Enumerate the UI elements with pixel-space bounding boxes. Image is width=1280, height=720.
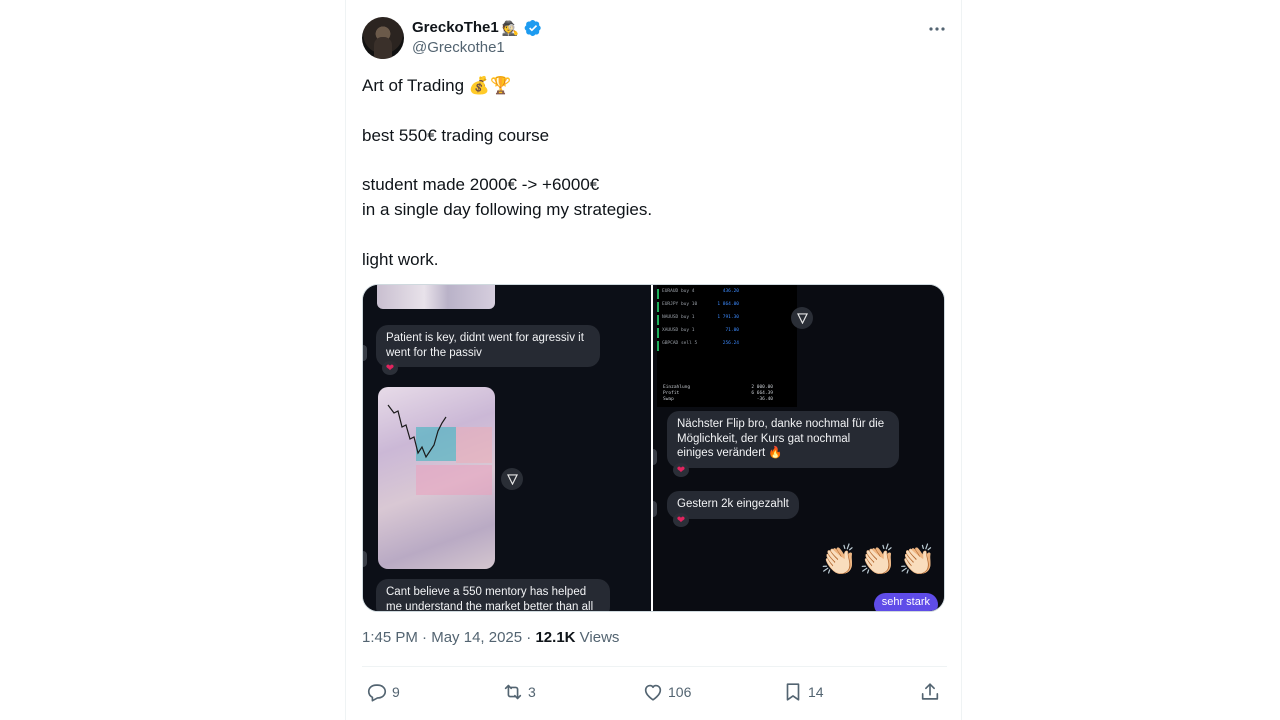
tweet-column: GreckoThe1 🕵 @Greckothe1 Art of Trading … bbox=[345, 0, 962, 720]
chat-bubble-own: sehr stark bbox=[873, 593, 938, 611]
chat-bubble: Patient is key, didnt went for agressiv … bbox=[376, 325, 600, 367]
tweet-line: best 550€ trading course bbox=[362, 125, 550, 145]
media-image-left[interactable]: Patient is key, didnt went for agressiv … bbox=[363, 285, 653, 611]
tweet-line: light work. bbox=[362, 249, 439, 269]
share-icon bbox=[921, 683, 939, 700]
trade-value: 1 864.00 bbox=[717, 302, 739, 307]
bookmark-button[interactable]: 14 bbox=[782, 678, 824, 706]
tweet-header: GreckoThe1 🕵 @Greckothe1 bbox=[362, 17, 947, 61]
tweet-time[interactable]: 1:45 PM bbox=[362, 629, 418, 646]
tweet-line: Art of Trading 💰🏆 bbox=[362, 76, 512, 95]
tweet-media[interactable]: Patient is key, didnt went for agressiv … bbox=[362, 284, 945, 612]
trade-row: EURJPY buy 10 1 864.00 bbox=[657, 302, 797, 312]
tweet-text: Art of Trading 💰🏆 best 550€ trading cour… bbox=[362, 74, 947, 272]
clapping-hands-emoji: 👏🏻👏🏻👏🏻 bbox=[819, 544, 938, 577]
trading-chart-image bbox=[378, 387, 495, 569]
more-options-icon[interactable] bbox=[927, 19, 947, 39]
avatar-edge bbox=[363, 551, 367, 567]
trade-row: NAUUSD buy 1 1 791.30 bbox=[657, 315, 797, 325]
trade-value: 436.20 bbox=[722, 289, 739, 294]
account-summary: Einzahlung 2 000.00 Profit 6 664.39 Swap -3… bbox=[663, 385, 773, 403]
tweet-date[interactable]: May 14, 2025 bbox=[431, 629, 522, 646]
trade-stats-screenshot: EURAUD buy 4 436.20 EURJPY buy 10 1 864.00… bbox=[657, 285, 797, 407]
summary-value: -36.40 bbox=[756, 397, 773, 402]
heart-icon bbox=[644, 684, 662, 701]
trade-pair: EURJPY buy 10 bbox=[662, 302, 698, 307]
trade-value: 71.00 bbox=[725, 328, 739, 333]
share-button[interactable] bbox=[919, 678, 941, 706]
repost-icon bbox=[504, 684, 522, 700]
avatar-edge bbox=[363, 345, 367, 361]
tweet-line: in a single day following my strategies. bbox=[362, 199, 653, 219]
tweet-meta: 1:45 PM · May 14, 2025 · 12.1K Views bbox=[362, 628, 619, 648]
heart-reaction-icon: ❤ bbox=[673, 513, 689, 527]
chat-bubble: Nächster Flip bro, danke nochmal für die… bbox=[667, 411, 899, 468]
avatar-edge bbox=[653, 501, 657, 517]
like-button[interactable]: 106 bbox=[642, 678, 691, 706]
author-handle[interactable]: @Greckothe1 bbox=[412, 38, 542, 58]
like-count: 106 bbox=[668, 684, 692, 700]
media-image-right[interactable]: EURAUD buy 4 436.20 EURJPY buy 10 1 864.00… bbox=[653, 285, 944, 611]
trade-row: EURAUD buy 4 436.20 bbox=[657, 289, 797, 299]
trade-pair: GBPCAD sell 5 bbox=[662, 341, 698, 346]
share-arrow-icon bbox=[791, 307, 813, 329]
heart-reaction-icon: ❤ bbox=[382, 361, 398, 375]
views-count: 12.1K bbox=[535, 629, 576, 646]
detective-emoji: 🕵 bbox=[501, 20, 520, 36]
avatar-edge bbox=[653, 449, 657, 465]
chat-image-thumbnail bbox=[377, 285, 495, 309]
repost-button[interactable]: 3 bbox=[502, 678, 536, 706]
summary-key: Swap bbox=[663, 397, 674, 402]
candlestick-lines bbox=[387, 404, 447, 459]
avatar[interactable] bbox=[362, 17, 404, 59]
author-display-name[interactable]: GreckoThe1 🕵 bbox=[412, 18, 542, 38]
author-names: GreckoThe1 🕵 @Greckothe1 bbox=[412, 18, 542, 58]
trade-value: 256.24 bbox=[722, 341, 739, 346]
trade-pair: NAUUSD buy 1 bbox=[662, 315, 695, 320]
reply-count: 9 bbox=[392, 684, 400, 700]
trade-value: 1 791.30 bbox=[717, 315, 739, 320]
heart-reaction-icon: ❤ bbox=[673, 463, 689, 477]
display-name-text[interactable]: GreckoThe1 bbox=[412, 18, 499, 38]
divider bbox=[362, 666, 947, 667]
action-bar: 9 3 106 14 bbox=[362, 678, 947, 706]
meta-separator: · bbox=[422, 629, 428, 646]
meta-separator: · bbox=[526, 629, 532, 646]
trade-pair: XAUUSD buy 1 bbox=[662, 328, 695, 333]
reply-icon bbox=[367, 684, 387, 702]
chat-bubble: Cant believe a 550 mentory has helped me… bbox=[376, 579, 610, 611]
repost-count: 3 bbox=[528, 684, 536, 700]
views-label: Views bbox=[579, 629, 620, 646]
tweet-line: student made 2000€ -> +6000€ bbox=[362, 175, 600, 195]
reply-button[interactable]: 9 bbox=[366, 678, 400, 706]
trade-pair: EURAUD buy 4 bbox=[662, 289, 695, 294]
share-arrow-icon bbox=[501, 468, 523, 490]
verified-badge-icon[interactable] bbox=[524, 19, 542, 37]
summary-row: Swap -36.40 bbox=[663, 397, 773, 403]
bookmark-icon bbox=[786, 683, 800, 701]
trade-row: XAUUSD buy 1 71.00 bbox=[657, 328, 797, 338]
trade-row: GBPCAD sell 5 256.24 bbox=[657, 341, 797, 351]
bookmark-count: 14 bbox=[808, 684, 824, 700]
